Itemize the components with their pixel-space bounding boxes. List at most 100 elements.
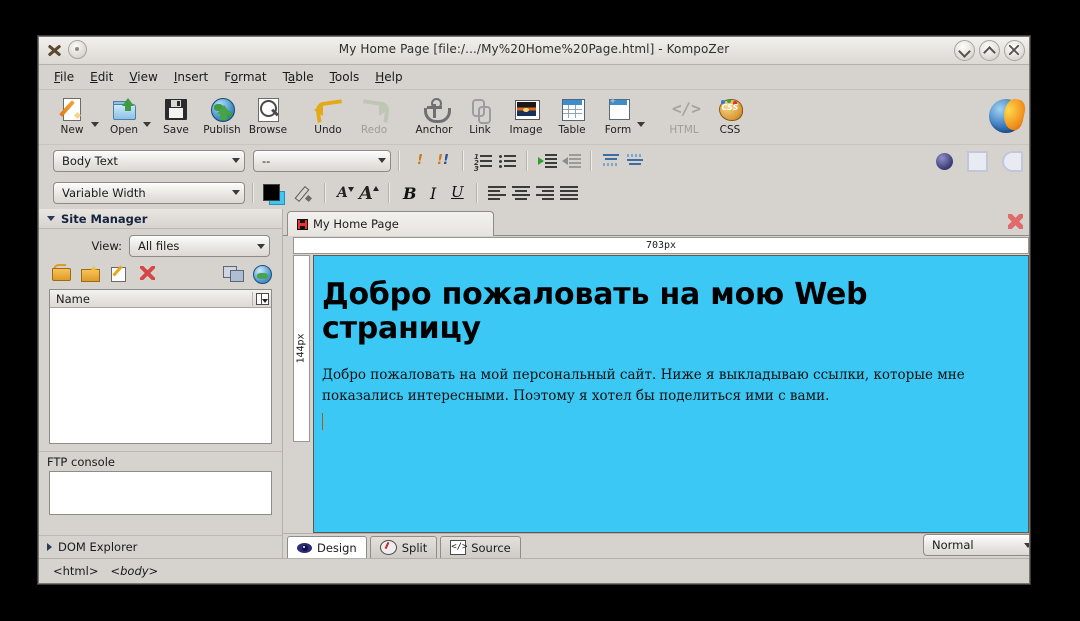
- shape-square-icon[interactable]: [967, 151, 988, 172]
- decrease-font-size-button[interactable]: A: [333, 182, 357, 204]
- vertical-ruler-label: 144px: [296, 333, 307, 363]
- source-code-icon: </>: [450, 540, 466, 555]
- document-tab[interactable]: My Home Page: [287, 211, 494, 236]
- numbered-list-icon[interactable]: 1 2 3: [471, 150, 495, 172]
- twisty-right-icon[interactable]: [47, 543, 52, 551]
- menu-insert[interactable]: Insert: [167, 67, 215, 87]
- status-bar: <html> <body>: [39, 558, 1029, 583]
- edit-page-icon[interactable]: [109, 264, 129, 282]
- increase-font-size-button[interactable]: A: [357, 182, 381, 204]
- purple-ball-icon[interactable]: [936, 153, 953, 170]
- twisty-down-icon[interactable]: [47, 216, 55, 221]
- align-block-bottom-icon[interactable]: [623, 150, 647, 172]
- bulleted-list-icon[interactable]: [495, 150, 519, 172]
- main-body: Site Manager View: All files ✦ Name: [39, 209, 1029, 558]
- indent-less-icon[interactable]: [559, 150, 583, 172]
- delete-icon[interactable]: [138, 264, 158, 282]
- css-palette-icon: CSS: [716, 96, 744, 123]
- highlighter-pen-icon[interactable]: [293, 182, 317, 204]
- bold-button[interactable]: B: [397, 182, 421, 204]
- globe-icon[interactable]: [252, 264, 272, 282]
- horizontal-ruler[interactable]: 703px: [293, 237, 1029, 254]
- tab-split[interactable]: Split: [370, 536, 438, 558]
- toolbar-link-button[interactable]: Link: [457, 94, 503, 136]
- column-name-header[interactable]: Name: [50, 292, 253, 306]
- status-tag-html[interactable]: <html>: [53, 564, 98, 578]
- font-family-select[interactable]: Variable Width: [53, 182, 245, 204]
- dom-explorer-header[interactable]: DOM Explorer: [39, 535, 282, 558]
- site-manager-header[interactable]: Site Manager: [39, 209, 282, 229]
- magnifier-page-icon: [254, 96, 282, 123]
- tab-source[interactable]: </> Source: [440, 536, 521, 558]
- menu-edit[interactable]: Edit: [83, 67, 120, 87]
- status-tag-body[interactable]: <body>: [110, 564, 158, 578]
- toolbar-table-button[interactable]: Table: [549, 94, 595, 136]
- toolbar-undo-button[interactable]: Undo: [305, 94, 351, 136]
- text-caret: [322, 407, 1014, 434]
- shape-half-icon[interactable]: [1002, 151, 1023, 172]
- maximize-button[interactable]: [979, 40, 1000, 61]
- new-dropdown-arrow-icon[interactable]: [91, 122, 99, 127]
- open-dropdown-arrow-icon[interactable]: [143, 122, 151, 127]
- wysiwyg-canvas[interactable]: Добро пожаловать на мою Web страницу Доб…: [313, 255, 1029, 533]
- toolbar-publish-button[interactable]: Publish: [199, 94, 245, 136]
- class-select[interactable]: --: [253, 150, 391, 172]
- toolbar-open-button[interactable]: Open: [101, 94, 147, 136]
- firefox-globe-icon[interactable]: [989, 99, 1023, 133]
- file-list[interactable]: [50, 308, 271, 443]
- underline-button[interactable]: U: [445, 182, 469, 204]
- align-block-top-icon[interactable]: [599, 150, 623, 172]
- increase-indent-alert-icon[interactable]: !!: [431, 150, 455, 172]
- document-heading[interactable]: Добро пожаловать на мою Web страницу: [322, 278, 1014, 345]
- close-tab-icon[interactable]: [1008, 214, 1023, 229]
- close-button[interactable]: [1004, 40, 1025, 61]
- minimize-button[interactable]: [954, 40, 975, 61]
- html-tag-icon: </>: [670, 96, 698, 123]
- toolbar-save-button[interactable]: Save: [153, 94, 199, 136]
- view-select[interactable]: All files: [129, 235, 270, 257]
- new-folder-icon[interactable]: ✦: [80, 264, 100, 282]
- paragraph-style-select[interactable]: Body Text: [53, 150, 245, 172]
- toolbar-new-button[interactable]: New: [49, 94, 95, 136]
- menu-file[interactable]: FFileile: [47, 67, 81, 87]
- menu-format[interactable]: Format: [217, 67, 273, 87]
- text-color-swatch[interactable]: [261, 182, 287, 204]
- menu-view[interactable]: View: [122, 67, 164, 87]
- align-right-icon[interactable]: [533, 182, 557, 204]
- toolbar-html-button: </> HTML: [661, 94, 707, 136]
- tab-source-label: Source: [471, 541, 511, 555]
- menu-tools[interactable]: Tools: [323, 67, 367, 87]
- tab-design[interactable]: Design: [287, 536, 367, 558]
- align-left-icon[interactable]: [485, 182, 509, 204]
- toolbar-image-button[interactable]: Image: [503, 94, 549, 136]
- dom-explorer-title: DOM Explorer: [58, 540, 137, 554]
- vertical-ruler[interactable]: 144px: [293, 255, 310, 442]
- form-dropdown-arrow-icon[interactable]: [637, 122, 645, 127]
- horizontal-ruler-label: 703px: [646, 240, 676, 251]
- picture-icon: [512, 96, 540, 123]
- two-monitors-icon[interactable]: [223, 264, 243, 282]
- folder-up-icon[interactable]: [51, 264, 71, 282]
- italic-button[interactable]: I: [421, 182, 445, 204]
- toolbar-css-button[interactable]: CSS CSS: [707, 94, 753, 136]
- align-justify-icon[interactable]: [557, 182, 581, 204]
- column-picker-icon[interactable]: [253, 291, 271, 307]
- file-list-header: Name: [50, 290, 271, 308]
- toolbar-form-button[interactable]: ✦ Form: [595, 94, 641, 136]
- editor-panel: My Home Page 703px 144px Добро пожаловат…: [283, 209, 1029, 558]
- indent-more-icon[interactable]: [535, 150, 559, 172]
- anchor-icon: [420, 96, 448, 123]
- document-paragraph[interactable]: Добро пожаловать на мой персональный сай…: [322, 365, 1014, 407]
- ftp-console-output[interactable]: [49, 471, 272, 515]
- menu-help[interactable]: Help: [368, 67, 409, 87]
- tab-design-label: Design: [317, 541, 357, 555]
- decrease-indent-alert-icon[interactable]: !: [407, 150, 431, 172]
- floppy-disk-icon: [162, 96, 190, 123]
- editor-mode-select[interactable]: Normal: [923, 534, 1030, 556]
- view-label: View:: [91, 239, 122, 253]
- menu-table[interactable]: Table: [276, 67, 321, 87]
- toolbar-browse-button[interactable]: Browse: [245, 94, 291, 136]
- main-toolbar: New Open Save Publish Browse Undo Redo: [39, 90, 1029, 145]
- align-center-icon[interactable]: [509, 182, 533, 204]
- toolbar-anchor-button[interactable]: Anchor: [411, 94, 457, 136]
